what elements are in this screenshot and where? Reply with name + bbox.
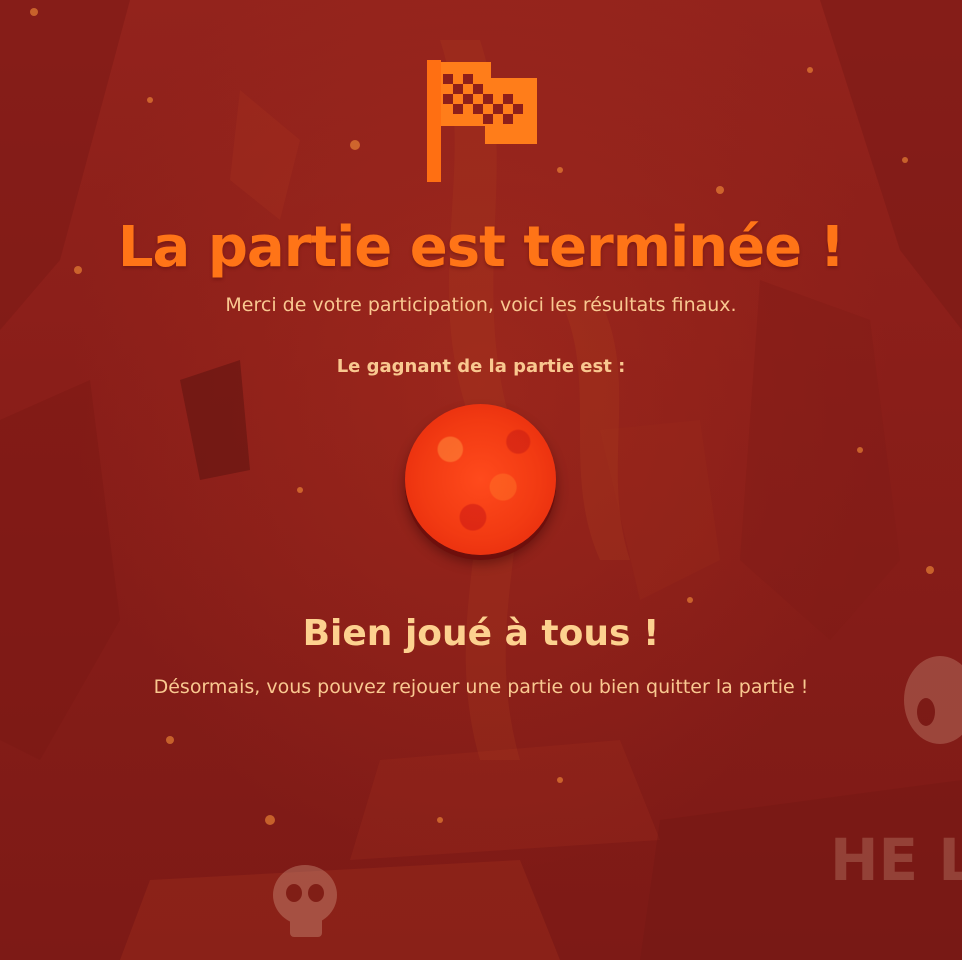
next-steps-text: Désormais, vous pouvez rejouer une parti… — [153, 676, 809, 698]
end-game-panel: La partie est terminée ! Merci de votre … — [0, 0, 962, 960]
congrats-heading: Bien joué à tous ! — [302, 613, 660, 654]
winner-avatar — [405, 404, 556, 555]
winner-label: Le gagnant de la partie est : — [336, 356, 626, 377]
results-subtitle: Merci de votre participation, voici les … — [225, 294, 737, 316]
checkered-flag-icon — [427, 60, 537, 182]
page-title: La partie est terminée ! — [117, 215, 845, 280]
